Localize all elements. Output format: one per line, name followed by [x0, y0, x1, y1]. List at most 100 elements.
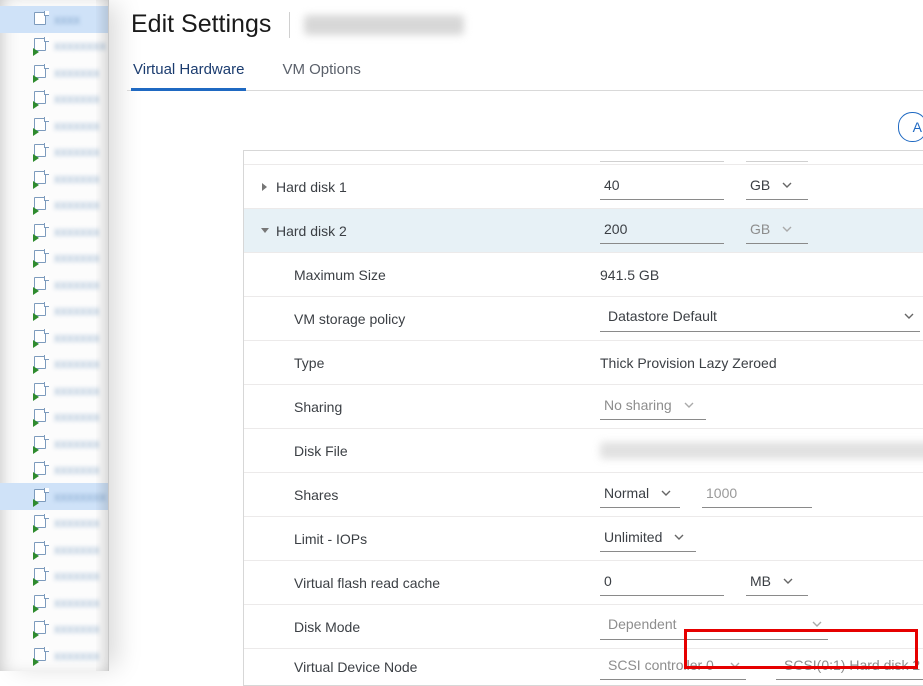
storage-policy-select[interactable]: Datastore Default	[600, 306, 920, 332]
tree-item[interactable]: xxxxxxx	[0, 139, 108, 166]
vm-icon	[34, 595, 48, 610]
device-node-slot-select[interactable]: SCSI(0:1) Hard disk 2	[776, 654, 923, 680]
tree-item-label: xxxxxxx	[54, 144, 100, 159]
chevron-down-icon	[661, 490, 671, 496]
divider	[289, 12, 290, 38]
tree-item[interactable]: xxxxxxx	[0, 536, 108, 563]
tree-item-label: xxxxxxx	[54, 303, 100, 318]
shares-label: Shares	[294, 487, 338, 503]
tree-item[interactable]: xxxxxxx	[0, 642, 108, 669]
tree-item[interactable]: xxxxxxx	[0, 510, 108, 537]
tree-item-label: xxxxxxx	[54, 65, 100, 80]
hard-disk-2-unit-select[interactable]: GB	[746, 218, 808, 244]
tree-item[interactable]: xxxxxxx	[0, 430, 108, 457]
tree-item[interactable]: xxxxxxx	[0, 404, 108, 431]
add-device-label: A	[913, 119, 922, 135]
tree-item-label: xxxxxxx	[54, 118, 100, 133]
hard-disk-1-label: Hard disk 1	[276, 179, 347, 195]
tree-item[interactable]: xxxxxxx	[0, 112, 108, 139]
tree-item[interactable]: xxxxxxx	[0, 298, 108, 325]
vm-icon	[34, 648, 48, 663]
tree-item[interactable]: xxxxxxx	[0, 192, 108, 219]
caret-right-icon[interactable]	[258, 182, 272, 192]
tree-item[interactable]: xxxxxxx	[0, 589, 108, 616]
hard-disk-1-unit-select[interactable]: GB	[746, 174, 808, 200]
tree-item[interactable]: xxxxxxx	[0, 86, 108, 113]
tree-item-label: xxxxxxx	[54, 515, 100, 530]
tree-item[interactable]: xxxxxxx	[0, 165, 108, 192]
limit-value: Unlimited	[604, 529, 662, 545]
tree-item-label: xxxxxxx	[54, 383, 100, 398]
vm-icon	[34, 568, 48, 583]
sharing-select[interactable]: No sharing	[600, 394, 706, 420]
panel-scroll-edge	[244, 151, 923, 165]
vm-icon	[34, 197, 48, 212]
vm-tree[interactable]: xxxx xxxxxxxx xxxxxxx xxxxxxx xxxxxxx xx…	[0, 6, 108, 669]
vm-icon	[34, 250, 48, 265]
tree-item-label: xxxxxxx	[54, 462, 100, 477]
tree-item[interactable]: xxxxxxx	[0, 457, 108, 484]
device-node-controller-select[interactable]: SCSI controller 0	[600, 654, 746, 680]
hardware-settings-panel: Hard disk 1 40 GB Hard disk 2 200	[243, 150, 923, 686]
flash-unit-value: MB	[750, 573, 771, 589]
vm-icon	[34, 436, 48, 451]
tree-item[interactable]: xxxxxxxx	[0, 33, 108, 60]
tree-item[interactable]: xxxx	[0, 6, 108, 33]
tree-item[interactable]: xxxxxxx	[0, 245, 108, 272]
row-hard-disk-2[interactable]: Hard disk 2 200 GB	[244, 209, 923, 253]
storage-policy-value: Datastore Default	[608, 308, 717, 324]
tree-item[interactable]: xxxxxxx	[0, 563, 108, 590]
limit-select[interactable]: Unlimited	[600, 526, 696, 552]
tree-item[interactable]: xxxxxxx	[0, 351, 108, 378]
disk-mode-value: Dependent	[608, 616, 677, 632]
disk-file-redacted	[600, 442, 923, 459]
add-device-button[interactable]: A	[898, 112, 923, 142]
hard-disk-2-size-input[interactable]: 200	[600, 218, 724, 244]
vm-icon	[34, 515, 48, 530]
vm-icon	[34, 277, 48, 292]
row-hard-disk-1[interactable]: Hard disk 1 40 GB	[244, 165, 923, 209]
tree-item-label: xxxxxxx	[54, 250, 100, 265]
vm-name-redacted	[304, 15, 464, 35]
shares-level-value: Normal	[604, 485, 649, 501]
device-node-label: Virtual Device Node	[294, 659, 417, 675]
tree-item[interactable]: xxxxxxx	[0, 271, 108, 298]
shares-value-input[interactable]: 1000	[702, 482, 812, 508]
tab-bar: Virtual Hardware VM Options	[127, 55, 923, 91]
type-label: Type	[294, 355, 324, 371]
row-virtual-flash: Virtual flash read cache 0 MB	[244, 561, 923, 605]
tab-vm-options[interactable]: VM Options	[280, 55, 362, 91]
vm-icon	[34, 489, 48, 504]
flash-label: Virtual flash read cache	[294, 575, 440, 591]
hard-disk-1-size-input[interactable]: 40	[600, 174, 724, 200]
row-disk-mode: Disk Mode Dependent	[244, 605, 923, 649]
tree-item[interactable]: xxxxxxx	[0, 324, 108, 351]
flash-value-input[interactable]: 0	[600, 570, 724, 596]
row-maximum-size: Maximum Size 941.5 GB	[244, 253, 923, 297]
disk-mode-select[interactable]: Dependent	[600, 614, 828, 640]
row-shares: Shares Normal 1000	[244, 473, 923, 517]
tree-item[interactable]: xxxxxxx	[0, 59, 108, 86]
vm-tree-sidebar: xxxx xxxxxxxx xxxxxxx xxxxxxx xxxxxxx xx…	[0, 0, 109, 671]
row-sharing: Sharing No sharing	[244, 385, 923, 429]
vm-icon	[34, 144, 48, 159]
hard-disk-1-unit-value: GB	[750, 177, 770, 193]
chevron-down-icon	[783, 578, 793, 584]
caret-down-icon[interactable]	[258, 227, 272, 235]
tree-item[interactable]: xxxxxxx	[0, 377, 108, 404]
chevron-down-icon	[782, 182, 792, 188]
tree-item[interactable]: xxxxxxx	[0, 616, 108, 643]
hard-disk-2-unit-value: GB	[750, 221, 770, 237]
tree-item-label: xxxxxxx	[54, 197, 100, 212]
disk-file-label: Disk File	[294, 443, 348, 459]
tree-item-label: xxxxxxx	[54, 91, 100, 106]
tab-virtual-hardware[interactable]: Virtual Hardware	[131, 55, 246, 91]
shares-level-select[interactable]: Normal	[600, 482, 680, 508]
chevron-down-icon	[812, 621, 822, 627]
flash-unit-select[interactable]: MB	[746, 570, 808, 596]
tree-item-selected[interactable]: xxxxxxxx	[0, 483, 108, 510]
type-value: Thick Provision Lazy Zeroed	[600, 355, 777, 371]
tree-item[interactable]: xxxxxxx	[0, 218, 108, 245]
edit-settings-dialog: Edit Settings Virtual Hardware VM Option…	[109, 0, 923, 671]
tree-item-label: xxxxxxx	[54, 171, 100, 186]
